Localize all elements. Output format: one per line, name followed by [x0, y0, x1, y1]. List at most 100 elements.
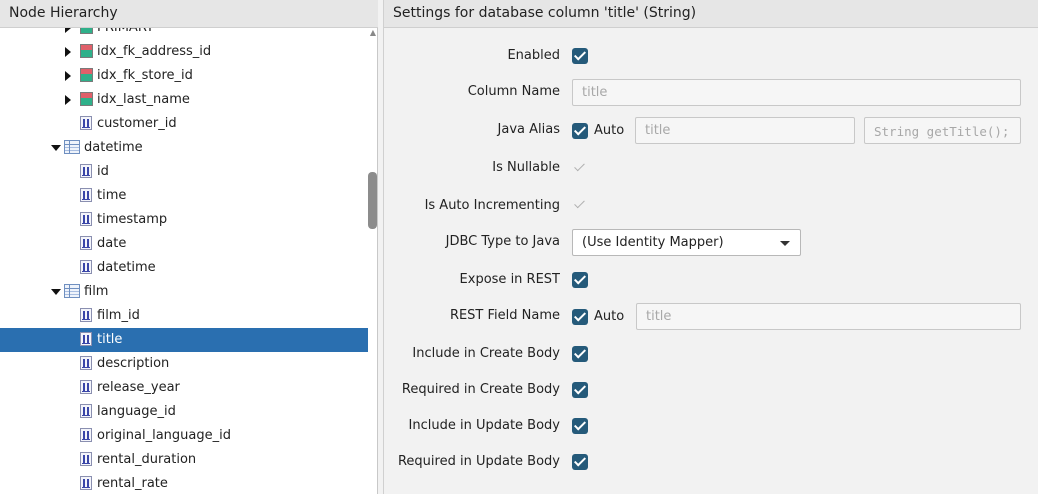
column-icon	[80, 116, 92, 130]
node-hierarchy-panel: Node Hierarchy PRIMARY idx_fk_address_idi…	[0, 0, 378, 494]
index-icon	[80, 44, 93, 58]
tree-item[interactable]: timestamp	[0, 208, 368, 232]
expand-arrow-icon[interactable]	[65, 28, 71, 33]
column-icon	[80, 380, 92, 394]
tree-item[interactable]: datetime	[0, 136, 368, 160]
column-name-input[interactable]: title	[572, 79, 1021, 106]
tree-item[interactable]: PRIMARY	[0, 28, 368, 40]
expose-rest-label: Expose in REST	[459, 272, 560, 287]
column-icon	[80, 356, 92, 370]
tree-item-label: idx_fk_address_id	[97, 44, 212, 59]
rest-field-auto-checkbox[interactable]	[572, 309, 588, 325]
tree-item[interactable]: datetime	[0, 256, 368, 280]
include-create-label: Include in Create Body	[412, 346, 560, 361]
table-icon	[64, 140, 80, 154]
index-icon	[80, 92, 93, 106]
collapse-arrow-icon[interactable]	[51, 145, 61, 151]
column-icon	[80, 308, 92, 322]
tree-item-label: timestamp	[97, 212, 168, 227]
tree-item[interactable]: idx_fk_store_id	[0, 64, 368, 88]
tree-item-label: datetime	[84, 140, 143, 155]
tree-item[interactable]: film_id	[0, 304, 368, 328]
tree-item-label: time	[97, 188, 127, 203]
column-icon	[80, 236, 92, 250]
tree-item-label: idx_last_name	[97, 92, 190, 107]
enabled-checkbox[interactable]	[572, 48, 588, 64]
column-icon	[80, 212, 92, 226]
collapse-arrow-icon[interactable]	[51, 289, 61, 295]
tree-item-label: description	[97, 356, 170, 371]
expand-arrow-icon[interactable]	[65, 71, 71, 81]
column-icon	[80, 428, 92, 442]
table-icon	[64, 284, 80, 298]
tree-item[interactable]: original_language_id	[0, 424, 368, 448]
tree-item[interactable]: title	[0, 328, 368, 352]
column-icon	[80, 260, 92, 274]
enabled-label: Enabled	[507, 48, 560, 63]
column-icon	[80, 188, 92, 202]
node-hierarchy-title: Node Hierarchy	[0, 0, 378, 28]
tree-item[interactable]: release_year	[0, 376, 368, 400]
tree-item[interactable]: idx_last_name	[0, 88, 368, 112]
jdbc-type-select[interactable]: (Use Identity Mapper)	[572, 229, 801, 256]
tree-item[interactable]: customer_id	[0, 112, 368, 136]
tree-item-label: datetime	[97, 260, 156, 275]
java-alias-auto-label: Auto	[594, 123, 625, 138]
column-icon	[80, 332, 92, 346]
required-update-label: Required in Update Body	[397, 454, 560, 469]
tree-item[interactable]: rental_rate	[0, 472, 368, 494]
rest-field-auto-label: Auto	[594, 309, 625, 324]
tree-item-label: original_language_id	[97, 428, 231, 443]
rest-field-name-label: REST Field Name	[449, 308, 560, 323]
column-icon	[80, 476, 92, 490]
index-icon	[80, 68, 93, 82]
tree-item[interactable]: idx_fk_address_id	[0, 40, 368, 64]
tree-item-label: language_id	[97, 404, 176, 419]
tree-item[interactable]: date	[0, 232, 368, 256]
include-create-checkbox[interactable]	[572, 346, 588, 362]
expand-arrow-icon[interactable]	[65, 95, 71, 105]
tree-scrollbar-thumb[interactable]	[368, 172, 377, 229]
java-alias-auto-checkbox[interactable]	[572, 123, 588, 139]
column-icon	[80, 404, 92, 418]
java-getter-input[interactable]: String getTitle();	[864, 117, 1021, 144]
jdbc-type-value: (Use Identity Mapper)	[582, 235, 724, 250]
rest-field-name-input[interactable]: title	[636, 303, 1021, 330]
column-settings-panel: Settings for database column 'title' (St…	[383, 0, 1038, 494]
column-icon	[80, 164, 92, 178]
tree-item-label: date	[97, 236, 127, 251]
tree-item[interactable]: film	[0, 280, 368, 304]
jdbc-type-label: JDBC Type to Java	[445, 234, 560, 249]
node-tree[interactable]: PRIMARY idx_fk_address_id idx_fk_store_idi…	[0, 28, 368, 494]
expose-rest-checkbox[interactable]	[572, 272, 588, 288]
settings-title: Settings for database column 'title' (St…	[384, 0, 1038, 28]
tree-item[interactable]: language_id	[0, 400, 368, 424]
tree-item-label: film	[84, 284, 109, 299]
tree-item[interactable]: id	[0, 160, 368, 184]
expand-arrow-icon[interactable]	[65, 47, 71, 57]
tree-item-label: customer_id	[97, 116, 177, 131]
java-alias-label: Java Alias	[497, 122, 560, 137]
scroll-up-icon[interactable]: ▲	[369, 29, 377, 37]
tree-item[interactable]: rental_duration	[0, 448, 368, 472]
tree-item-label: idx_fk_store_id	[97, 68, 193, 83]
is-nullable-checkbox	[572, 160, 588, 176]
chevron-down-icon	[780, 241, 790, 246]
include-update-label: Include in Update Body	[408, 418, 560, 433]
tree-item-label: title	[97, 332, 123, 347]
required-update-checkbox[interactable]	[572, 454, 588, 470]
column-name-label: Column Name	[467, 84, 560, 99]
tree-item-label: rental_rate	[97, 476, 168, 491]
required-create-label: Required in Create Body	[401, 382, 560, 397]
tree-item[interactable]: description	[0, 352, 368, 376]
tree-item-label: release_year	[97, 380, 180, 395]
tree-item[interactable]: time	[0, 184, 368, 208]
tree-item-label: rental_duration	[97, 452, 197, 467]
tree-item-label: PRIMARY	[97, 28, 154, 35]
include-update-checkbox[interactable]	[572, 418, 588, 434]
java-alias-input[interactable]: title	[635, 117, 855, 144]
required-create-checkbox[interactable]	[572, 382, 588, 398]
is-auto-incrementing-label: Is Auto Incrementing	[424, 198, 560, 213]
index-icon	[80, 28, 93, 34]
tree-item-label: film_id	[97, 308, 140, 323]
